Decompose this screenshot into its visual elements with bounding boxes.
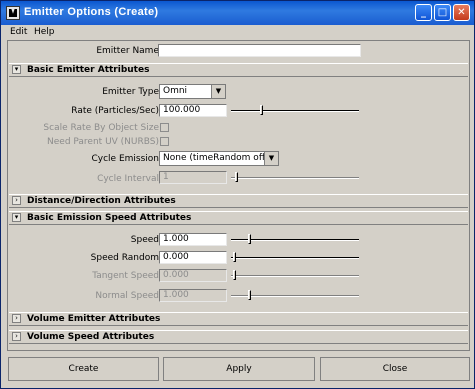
rate-slider-thumb[interactable] — [260, 105, 263, 115]
section-basic-emitter[interactable]: ▾ Basic Emitter Attributes — [9, 63, 468, 77]
need-parent-uv-label: Need Parent UV (NURBS) — [47, 137, 159, 147]
random-slider-thumb[interactable] — [233, 252, 236, 262]
cycle-interval-slider — [231, 171, 359, 184]
emitter-type-value: Omni — [163, 86, 188, 96]
section-volume-emitter-title: Volume Emitter Attributes — [27, 314, 161, 324]
normal-slider-thumb — [248, 290, 251, 300]
normal-speed-slider — [231, 289, 359, 302]
maximize-button[interactable]: □ — [434, 4, 451, 21]
maya-app-icon — [6, 6, 20, 20]
normal-speed-label: Normal Speed — [95, 291, 159, 301]
speed-random-field[interactable]: 0.000 — [159, 251, 227, 264]
emitter-name-field[interactable] — [158, 44, 361, 57]
speed-random-slider[interactable] — [231, 251, 359, 264]
normal-speed-field: 1.000 — [159, 289, 227, 302]
cycle-slider-thumb — [235, 172, 238, 182]
menu-edit[interactable]: Edit — [10, 27, 27, 37]
rate-slider[interactable] — [231, 104, 359, 117]
speed-label: Speed — [130, 235, 159, 245]
section-distance-direction[interactable]: › Distance/Direction Attributes — [9, 194, 468, 208]
speed-field[interactable]: 1.000 — [159, 233, 227, 246]
rate-label: Rate (Particles/Sec) — [71, 106, 159, 116]
cycle-slider-track — [231, 177, 359, 179]
cycle-emission-dropdown[interactable]: None (timeRandom off) ▼ — [159, 151, 279, 166]
section-basic-emitter-title: Basic Emitter Attributes — [27, 65, 150, 75]
expand-arrow-icon[interactable]: › — [12, 332, 21, 341]
cycle-interval-label: Cycle Interval — [97, 174, 159, 184]
need-parent-uv-checkbox[interactable] — [160, 137, 169, 146]
close-window-button[interactable]: ✕ — [453, 4, 470, 21]
tangent-speed-slider — [231, 269, 359, 282]
section-volume-speed-title: Volume Speed Attributes — [27, 332, 155, 342]
section-volume-speed[interactable]: › Volume Speed Attributes — [9, 330, 468, 344]
emitter-name-label: Emitter Name — [96, 46, 159, 56]
close-button[interactable]: Close — [320, 357, 470, 381]
tangent-slider-thumb — [233, 270, 236, 280]
emitter-type-dropdown[interactable]: Omni ▼ — [159, 84, 226, 99]
collapse-arrow-icon[interactable]: ▾ — [12, 65, 21, 74]
window-title: Emitter Options (Create) — [24, 6, 159, 18]
section-basic-speed-title: Basic Emission Speed Attributes — [27, 213, 192, 223]
speed-slider[interactable] — [231, 233, 359, 246]
scale-rate-label: Scale Rate By Object Size — [43, 123, 159, 133]
menu-bar: Edit Help — [1, 25, 474, 39]
apply-button[interactable]: Apply — [163, 357, 315, 381]
cycle-interval-field: 1 — [159, 171, 227, 184]
rate-field[interactable]: 100.000 — [159, 104, 227, 117]
expand-arrow-icon[interactable]: › — [12, 196, 21, 205]
section-distance-direction-title: Distance/Direction Attributes — [27, 196, 176, 206]
options-panel: Emitter Name ▾ Basic Emitter Attributes … — [7, 40, 470, 351]
rate-slider-track — [231, 110, 359, 112]
random-slider-track — [231, 257, 359, 259]
emitter-options-window: Emitter Options (Create) _ □ ✕ Edit Help… — [0, 0, 475, 389]
title-bar[interactable]: Emitter Options (Create) _ □ ✕ — [1, 1, 474, 25]
collapse-arrow-icon[interactable]: ▾ — [12, 213, 21, 222]
tangent-slider-track — [231, 275, 359, 277]
section-basic-speed[interactable]: ▾ Basic Emission Speed Attributes — [9, 211, 468, 225]
create-button[interactable]: Create — [8, 357, 159, 381]
cycle-emission-label: Cycle Emission — [91, 154, 160, 164]
speed-slider-thumb[interactable] — [248, 234, 251, 244]
chevron-down-icon: ▼ — [264, 152, 278, 165]
scale-rate-checkbox[interactable] — [160, 123, 169, 132]
speed-random-label: Speed Random — [90, 253, 159, 263]
cycle-emission-value: None (timeRandom off) — [163, 153, 269, 163]
chevron-down-icon: ▼ — [211, 85, 225, 98]
tangent-speed-field: 0.000 — [159, 269, 227, 282]
section-volume-emitter[interactable]: › Volume Emitter Attributes — [9, 312, 468, 326]
menu-help[interactable]: Help — [34, 27, 55, 37]
emitter-type-label: Emitter Type — [102, 87, 159, 97]
expand-arrow-icon[interactable]: › — [12, 314, 21, 323]
tangent-speed-label: Tangent Speed — [92, 271, 159, 281]
minimize-button[interactable]: _ — [415, 4, 432, 21]
